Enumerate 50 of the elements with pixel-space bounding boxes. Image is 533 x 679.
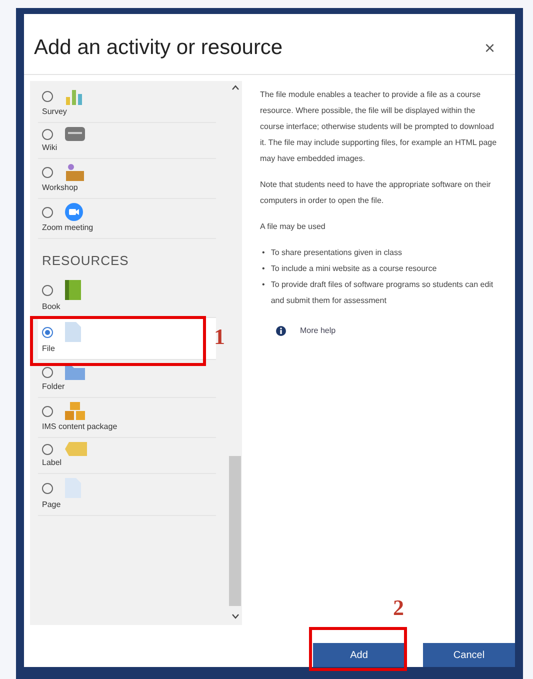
radio-button[interactable] <box>42 128 53 140</box>
radio-button[interactable] <box>42 366 53 378</box>
description-text: The file module enables a teacher to provide a file as a course resource. Where possible, the file will be displayed within the course interface; otherwise students will be prompted to download it. The file may include supporting files, for example an HTML page may have embedded images. <box>260 89 498 165</box>
radio-button[interactable] <box>42 166 53 178</box>
dialog-title: Add an activity or resource <box>34 36 283 60</box>
server-icon <box>65 127 85 141</box>
book-icon <box>65 280 81 300</box>
bullet-mark: • <box>262 263 265 275</box>
bar-chart-icon <box>65 87 83 105</box>
folder-icon <box>65 364 85 380</box>
scrollbar-thumb[interactable] <box>229 456 241 606</box>
tag-icon <box>65 442 87 456</box>
bullet-mark: • <box>262 247 265 259</box>
video-camera-icon <box>65 203 83 221</box>
radio-button[interactable] <box>42 90 53 102</box>
activity-label: Wiki <box>42 143 58 152</box>
activity-label: Survey <box>42 107 68 116</box>
document-icon <box>65 322 81 342</box>
activity-label: Book <box>42 302 62 311</box>
cancel-button[interactable]: Cancel <box>423 643 515 667</box>
help-link[interactable]: More help <box>260 323 499 339</box>
activity-label: Label <box>42 458 63 467</box>
activity-label: Folder <box>42 382 66 391</box>
description-text: A file may be used <box>260 221 326 233</box>
list-item: To provide draft files of software programs so students can edit and submit them for assessment <box>270 279 494 307</box>
activity-label: Workshop <box>42 183 79 192</box>
info-icon <box>276 326 286 336</box>
step-number: 2 <box>393 595 404 621</box>
section-heading: RESOURCES <box>41 252 130 270</box>
activity-label: Zoom meeting <box>42 223 94 232</box>
list-item: To share presentations given in class <box>270 247 402 259</box>
people-icon <box>65 163 85 181</box>
close-button[interactable]: × <box>480 38 499 58</box>
boxes-icon <box>65 402 85 420</box>
radio-button[interactable] <box>42 444 53 454</box>
list-item: To include a mini website as a course resource <box>270 263 437 275</box>
bullet-mark: • <box>262 279 265 291</box>
activity-label: Page <box>42 500 62 509</box>
radio-button[interactable] <box>42 284 53 296</box>
radio-button[interactable] <box>42 406 53 416</box>
activity-label: File <box>42 344 56 353</box>
radio-button[interactable] <box>42 206 53 218</box>
scroll-down-icon[interactable] <box>232 614 238 619</box>
scroll-up-icon[interactable] <box>232 85 238 90</box>
step-number: 1 <box>214 324 225 350</box>
activity-label: IMS content package <box>42 422 118 431</box>
add-button[interactable]: Add <box>313 643 405 667</box>
radio-button[interactable] <box>42 482 53 494</box>
radio-button[interactable] <box>42 326 53 338</box>
description-text: Note that students need to have the appropriate software on their computers in order to open the file. <box>260 179 492 207</box>
